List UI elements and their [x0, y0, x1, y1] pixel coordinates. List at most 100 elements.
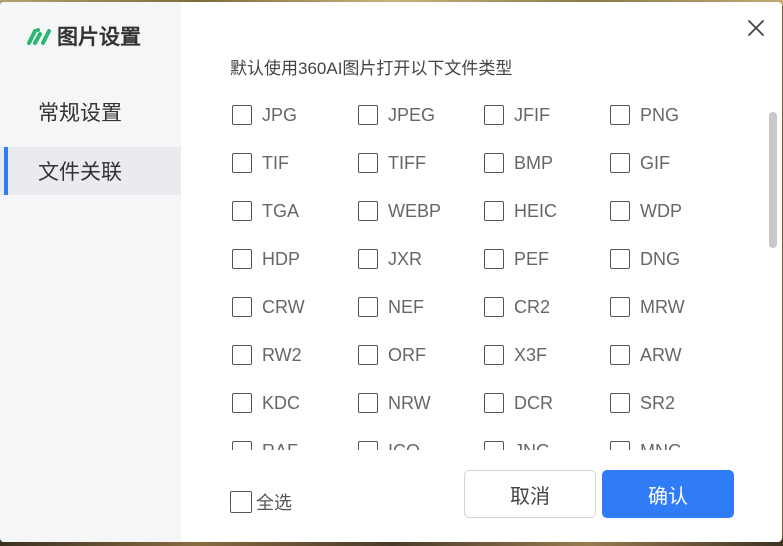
- checkbox-box[interactable]: [232, 345, 252, 365]
- file-type-label: ORF: [388, 344, 426, 365]
- checkbox-box[interactable]: [484, 345, 504, 365]
- file-type-label: JPG: [262, 104, 298, 125]
- file-type-label: HEIC: [514, 200, 558, 221]
- file-type-checkbox-dcr[interactable]: DCR: [484, 389, 610, 417]
- app-title: 图片设置: [57, 26, 141, 49]
- file-type-label: CRW: [262, 296, 305, 317]
- file-type-label: ICO: [388, 441, 420, 451]
- checkbox-box[interactable]: [232, 201, 252, 221]
- checkbox-box[interactable]: [358, 105, 378, 125]
- checkbox-box[interactable]: [230, 491, 252, 513]
- file-type-checkbox-x3f[interactable]: X3F: [484, 341, 610, 369]
- file-type-checkbox-pef[interactable]: PEF: [484, 245, 610, 273]
- checkbox-box[interactable]: [610, 393, 630, 413]
- file-type-checkbox-crw[interactable]: CRW: [232, 293, 358, 321]
- file-type-checkbox-hdp[interactable]: HDP: [232, 245, 358, 273]
- file-type-checkbox-tiff[interactable]: TIFF: [358, 149, 484, 177]
- file-type-label: CR2: [514, 296, 551, 317]
- checkbox-box[interactable]: [484, 249, 504, 269]
- file-type-checkbox-raf[interactable]: RAF: [232, 437, 358, 450]
- file-type-checkbox-mng[interactable]: MNG: [610, 437, 736, 450]
- file-type-checkbox-nrw[interactable]: NRW: [358, 389, 484, 417]
- file-type-checkbox-nef[interactable]: NEF: [358, 293, 484, 321]
- file-association-heading: 默认使用360AI图片打开以下文件类型: [230, 59, 513, 78]
- checkbox-box[interactable]: [610, 297, 630, 317]
- checkbox-box[interactable]: [484, 297, 504, 317]
- file-type-checkbox-webp[interactable]: WEBP: [358, 197, 484, 225]
- checkbox-box[interactable]: [232, 153, 252, 173]
- file-type-label: TIFF: [388, 152, 426, 173]
- file-type-checkbox-mrw[interactable]: MRW: [610, 293, 736, 321]
- file-type-checkbox-jfif[interactable]: JFIF: [484, 101, 610, 129]
- checkbox-box[interactable]: [358, 153, 378, 173]
- checkbox-box[interactable]: [610, 105, 630, 125]
- checkbox-box[interactable]: [358, 201, 378, 221]
- checkbox-box[interactable]: [232, 441, 252, 450]
- checkbox-box[interactable]: [484, 105, 504, 125]
- app-logo-icon: [27, 28, 51, 45]
- file-type-checkbox-cr2[interactable]: CR2: [484, 293, 610, 321]
- scrollbar-thumb[interactable]: [769, 112, 777, 248]
- file-type-label: JXR: [388, 248, 423, 269]
- sidebar-item-file-association[interactable]: 文件关联: [0, 147, 181, 195]
- checkbox-box[interactable]: [610, 345, 630, 365]
- file-type-label: SR2: [640, 392, 676, 413]
- checkbox-box[interactable]: [358, 393, 378, 413]
- file-type-label: WEBP: [388, 200, 442, 221]
- file-type-label: JNG: [514, 441, 550, 451]
- checkbox-box[interactable]: [358, 297, 378, 317]
- checkbox-box[interactable]: [232, 297, 252, 317]
- checkbox-box[interactable]: [484, 441, 504, 450]
- checkbox-box[interactable]: [610, 441, 630, 450]
- file-type-label: ARW: [640, 344, 682, 365]
- checkbox-box[interactable]: [232, 393, 252, 413]
- file-type-checkbox-jxr[interactable]: JXR: [358, 245, 484, 273]
- file-type-checkbox-rw2[interactable]: RW2: [232, 341, 358, 369]
- sidebar-item-label: 文件关联: [38, 161, 122, 184]
- file-type-checkbox-sr2[interactable]: SR2: [610, 389, 736, 417]
- file-type-label: MNG: [640, 441, 682, 451]
- file-type-checkbox-jpeg[interactable]: JPEG: [358, 101, 484, 129]
- file-type-checkbox-ico[interactable]: ICO: [358, 437, 484, 450]
- file-type-checkbox-tif[interactable]: TIF: [232, 149, 358, 177]
- checkbox-box[interactable]: [610, 201, 630, 221]
- file-type-checkbox-dng[interactable]: DNG: [610, 245, 736, 273]
- file-type-label: NRW: [388, 392, 431, 413]
- file-type-checkbox-kdc[interactable]: KDC: [232, 389, 358, 417]
- file-type-checkbox-arw[interactable]: ARW: [610, 341, 736, 369]
- checkbox-box[interactable]: [484, 153, 504, 173]
- cancel-button[interactable]: 取消: [464, 470, 596, 518]
- checkbox-box[interactable]: [232, 105, 252, 125]
- file-type-checkbox-heic[interactable]: HEIC: [484, 197, 610, 225]
- checkbox-box[interactable]: [358, 441, 378, 450]
- scrollbar[interactable]: [768, 110, 778, 450]
- file-type-label: BMP: [514, 152, 554, 173]
- file-type-checkbox-wdp[interactable]: WDP: [610, 197, 736, 225]
- file-type-checkbox-jpg[interactable]: JPG: [232, 101, 358, 129]
- close-icon[interactable]: [744, 16, 768, 40]
- file-type-label: JPEG: [388, 104, 436, 125]
- file-type-label: GIF: [640, 152, 670, 173]
- sidebar-item-label: 常规设置: [38, 102, 122, 125]
- sidebar-item-general[interactable]: 常规设置: [0, 88, 181, 136]
- file-type-checkbox-png[interactable]: PNG: [610, 101, 736, 129]
- file-type-label: KDC: [262, 392, 301, 413]
- checkbox-box[interactable]: [484, 201, 504, 221]
- checkbox-box[interactable]: [610, 153, 630, 173]
- checkbox-box[interactable]: [358, 345, 378, 365]
- file-type-checkbox-gif[interactable]: GIF: [610, 149, 736, 177]
- checkbox-box[interactable]: [610, 249, 630, 269]
- checkbox-box[interactable]: [484, 393, 504, 413]
- checkbox-box[interactable]: [232, 249, 252, 269]
- file-type-checkbox-jng[interactable]: JNG: [484, 437, 610, 450]
- file-type-label: X3F: [514, 344, 548, 365]
- file-type-checkbox-tga[interactable]: TGA: [232, 197, 358, 225]
- checkbox-box[interactable]: [358, 249, 378, 269]
- file-type-label: TIF: [262, 152, 289, 173]
- file-type-label: MRW: [640, 296, 685, 317]
- confirm-button[interactable]: 确认: [602, 470, 734, 518]
- select-all-checkbox[interactable]: 全选: [230, 489, 292, 515]
- file-type-checkbox-bmp[interactable]: BMP: [484, 149, 610, 177]
- file-type-checkbox-orf[interactable]: ORF: [358, 341, 484, 369]
- settings-dialog: 图片设置 常规设置 文件关联 默认使用360AI图片打开以下文件类型 JPG JP…: [0, 2, 782, 542]
